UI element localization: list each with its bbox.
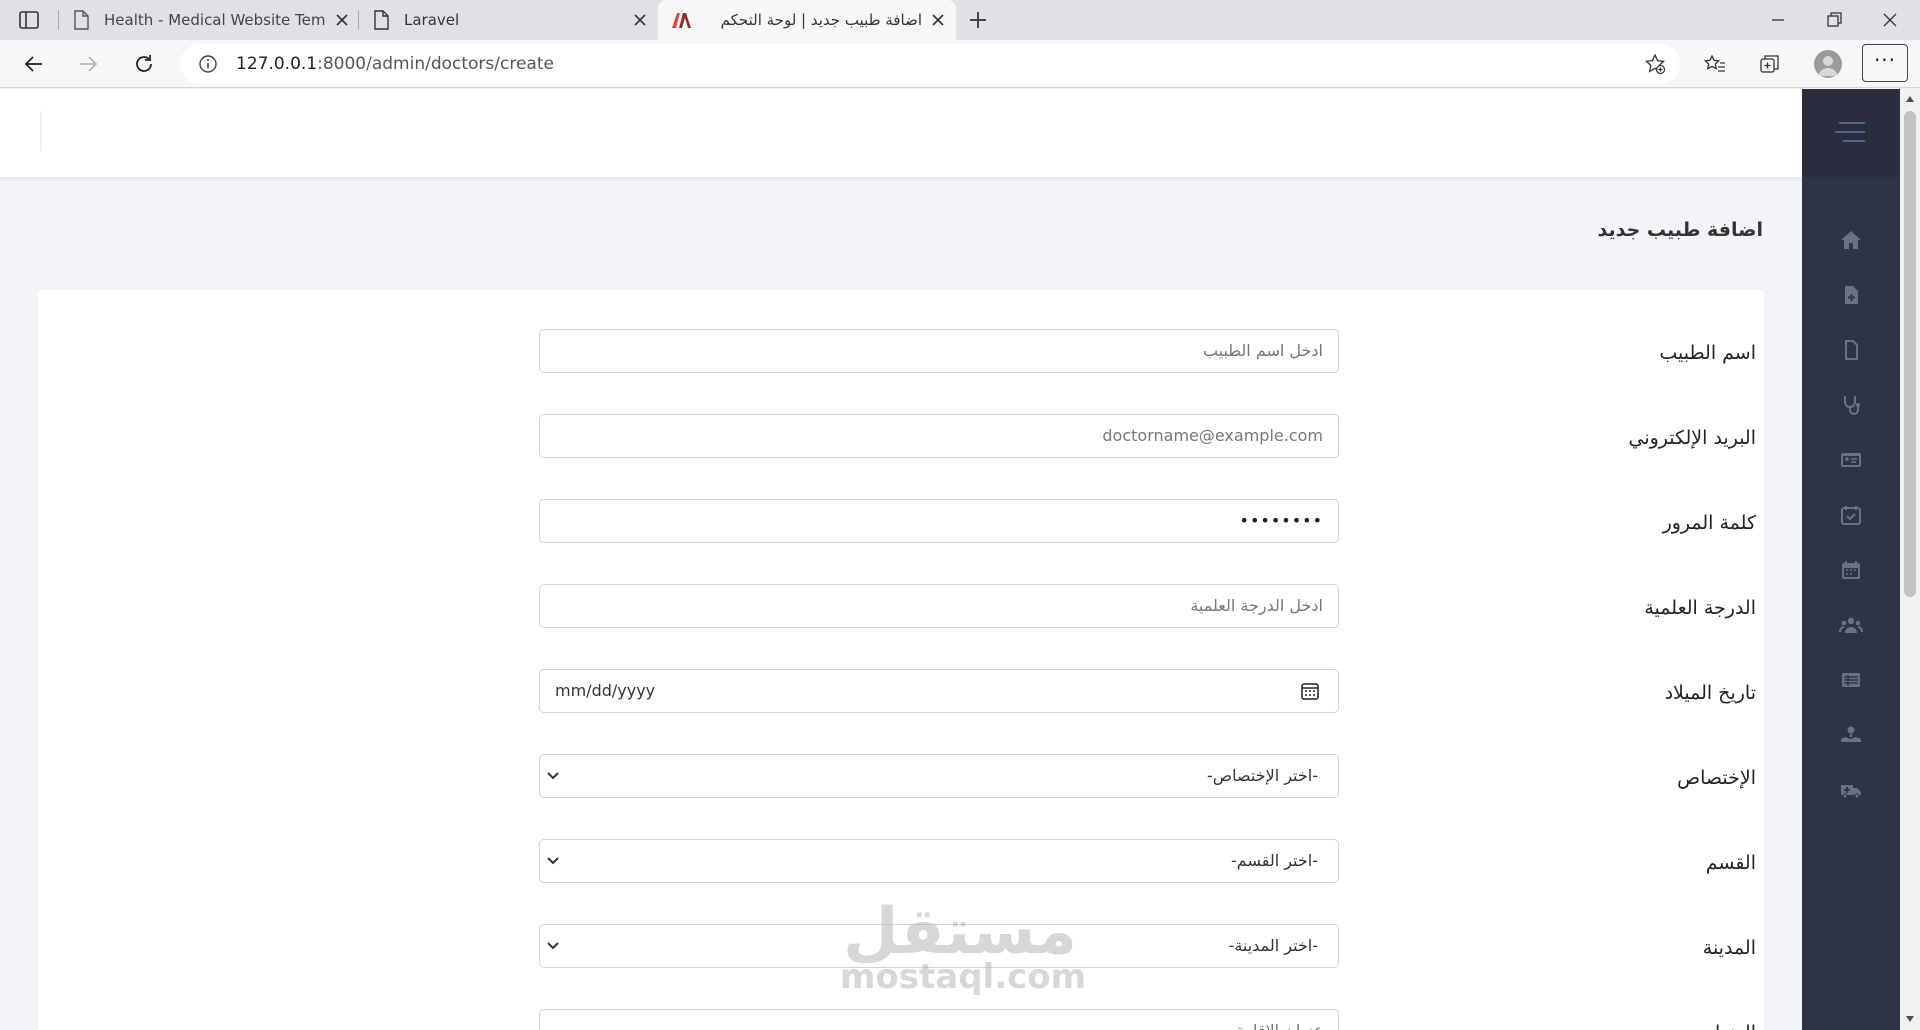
file-medical-icon[interactable] [1839,283,1863,307]
tab-title: اضافة طبيب جديد | لوحة التحكم [720,11,922,29]
stethoscope-icon[interactable] [1839,393,1863,417]
app-logo-icon [672,13,691,28]
minimize-icon[interactable] [1766,8,1790,32]
new-tab-icon[interactable] [966,8,990,32]
email-label: البريد الإلكتروني [1628,427,1757,449]
scroll-thumb[interactable] [1904,111,1916,597]
page-icon [374,10,389,30]
file-icon[interactable] [1839,338,1863,362]
degree-label: الدرجة العلمية [1644,597,1756,619]
doctor-form-card: اسم الطبيب ادخل اسم الطبيب البريد الإلكت… [38,290,1764,1030]
favorites-icon[interactable] [1703,52,1727,76]
scroll-down-icon[interactable] [1905,1015,1915,1023]
doctor-name-label: اسم الطبيب [1659,342,1756,364]
tab-health-template[interactable]: Health - Medical Website Templ [72,0,350,40]
password-input[interactable]: •••••••• [539,499,1339,543]
birthdate-value: mm/dd/yyyy [555,681,656,700]
page-title: اضافة طبيب جديد [1597,219,1764,241]
chevron-down-icon [547,772,559,780]
tab-title: Health - Medical Website Templ [104,11,326,29]
doctor-name-input[interactable]: ادخل اسم الطبيب [539,329,1339,373]
url-host: 127.0.0.1 [236,54,318,74]
city-selected: -اختر المدينة- [1228,936,1318,955]
department-select[interactable]: -اختر القسم- [539,839,1339,883]
email-input[interactable]: doctorname@example.com [539,414,1339,458]
table-list-icon[interactable] [1839,668,1863,692]
chevron-down-icon [547,857,559,865]
tab-add-doctor[interactable]: اضافة طبيب جديد | لوحة التحكم [658,0,956,40]
url-path: :8000/admin/doctors/create [317,54,554,74]
sidebar [1802,89,1900,1030]
calendar-picker-icon[interactable] [1300,681,1320,701]
doctor-name-placeholder: ادخل اسم الطبيب [1202,341,1323,360]
user-hand-icon[interactable] [1839,723,1863,747]
info-icon[interactable] [198,54,218,74]
page-scrollbar[interactable] [1900,89,1920,1030]
department-selected: -اختر القسم- [1231,851,1318,870]
email-placeholder: doctorname@example.com [1102,426,1323,445]
id-card-icon[interactable] [1839,448,1863,472]
tab-separator [58,10,59,30]
url-text: 127.0.0.1:8000/admin/doctors/create [236,44,554,84]
top-navbar [0,89,1802,177]
address-label: العنوان [1458,1022,1756,1030]
refresh-icon[interactable] [132,52,156,76]
birthdate-input[interactable]: mm/dd/yyyy [539,669,1339,713]
back-icon[interactable] [22,52,46,76]
address-input[interactable]: عنوان الإقامة [539,1009,1339,1030]
specialty-selected: -اختر الإختصاص- [1206,766,1318,785]
specialty-label: الإختصاص [1677,767,1756,789]
chevron-down-icon [547,942,559,950]
close-icon[interactable] [632,12,648,28]
page-content: اضافة طبيب جديد اسم الطبيب ادخل اسم الطب… [0,89,1920,1030]
home-icon[interactable] [1839,228,1863,252]
specialty-select[interactable]: -اختر الإختصاص- [539,754,1339,798]
navbar-divider [40,111,42,151]
profile-avatar[interactable] [1814,50,1842,78]
menu-toggle-icon[interactable] [1835,121,1867,143]
browser-window: Health - Medical Website Templ Laravel ا… [0,0,1920,1030]
user-icon [1818,56,1838,76]
degree-input[interactable]: ادخل الدرجة العلمية [539,584,1339,628]
tab-laravel[interactable]: Laravel [372,0,648,40]
password-value: •••••••• [1239,511,1323,530]
ambulance-icon[interactable] [1839,778,1863,802]
tab-title: Laravel [404,11,460,29]
users-icon[interactable] [1839,613,1863,637]
address-bar[interactable]: 127.0.0.1:8000/admin/doctors/create [180,44,1680,84]
tab-bar: Health - Medical Website Templ Laravel ا… [0,0,1920,40]
browser-toolbar: 127.0.0.1:8000/admin/doctors/create ··· [0,40,1920,88]
sidebar-header [1802,89,1900,177]
page-icon [74,10,89,30]
add-favorite-icon[interactable] [1644,53,1666,75]
address-placeholder: عنوان الإقامة [1236,1010,1323,1030]
department-label: القسم [1705,852,1756,874]
calendar-icon[interactable] [1839,558,1863,582]
birthdate-label: تاريخ الميلاد [1664,682,1756,704]
scroll-up-icon[interactable] [1905,95,1915,103]
settings-more-button[interactable]: ··· [1862,44,1908,82]
close-icon[interactable] [930,12,946,28]
restore-icon[interactable] [1822,8,1846,32]
tab-actions-icon[interactable] [18,9,40,31]
password-label: كلمة المرور [1662,512,1756,534]
window-close-icon[interactable] [1878,8,1902,32]
calendar-check-icon[interactable] [1839,503,1863,527]
degree-placeholder: ادخل الدرجة العلمية [1190,596,1323,615]
close-icon[interactable] [334,12,350,28]
forward-icon[interactable] [76,52,100,76]
tab-separator [358,10,359,30]
city-label: المدينة [1702,937,1756,959]
collections-icon[interactable] [1758,52,1782,76]
city-select[interactable]: -اختر المدينة- [539,924,1339,968]
